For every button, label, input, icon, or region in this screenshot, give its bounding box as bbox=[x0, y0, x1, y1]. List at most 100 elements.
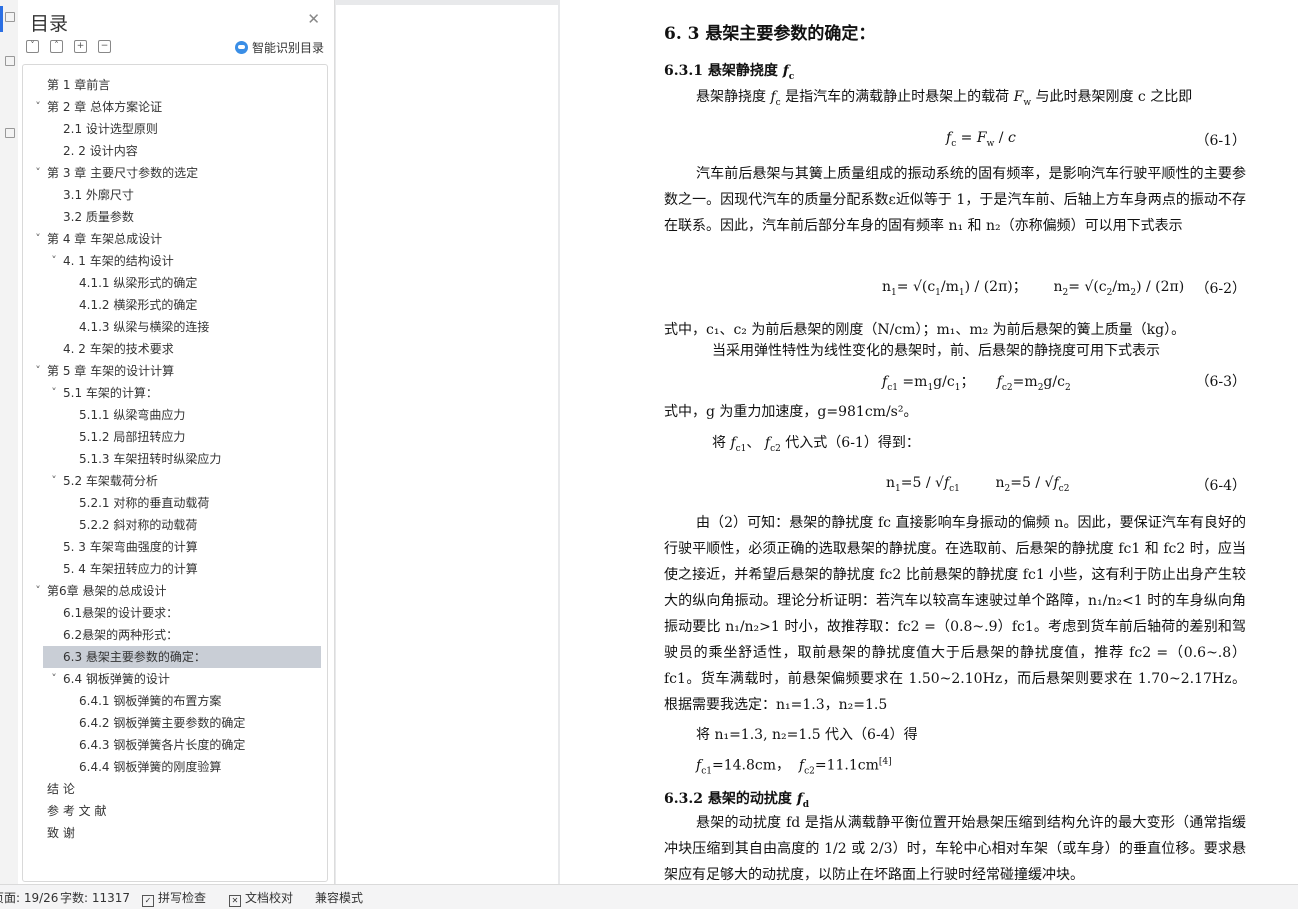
paragraph-3b: 当采用弹性特性为线性变化的悬架时，前、后悬架的静挠度可用下式表示 bbox=[712, 343, 1160, 359]
toc-item[interactable]: 6.4.2 钢板弹簧主要参数的确定 bbox=[23, 712, 327, 734]
toc-item[interactable]: ˅ 第 5 章 车架的设计计算 bbox=[23, 360, 327, 382]
bookmark-tab-icon[interactable] bbox=[5, 56, 15, 66]
toc-item-label: 4. 1 车架的结构设计 bbox=[63, 254, 174, 268]
toc-item[interactable]: 4.1.1 纵梁形式的确定 bbox=[23, 272, 327, 294]
toc-item[interactable]: 5.1.1 纵梁弯曲应力 bbox=[23, 404, 327, 426]
paragraph-7: 将 n₁=1.3, n₂=1.5 代入（6-4）得 bbox=[696, 727, 918, 743]
page-count[interactable]: 页面: 19/26 bbox=[0, 889, 58, 906]
proofread-button[interactable]: ✕ 文档校对 bbox=[229, 889, 293, 907]
toc-item-label: 5.1 车架的计算： bbox=[63, 386, 158, 400]
collapse-all-icon[interactable]: ˄ bbox=[50, 40, 63, 53]
toc-item[interactable]: ˅ 第6章 悬架的总成设计 bbox=[23, 580, 327, 602]
remove-heading-icon[interactable]: − bbox=[98, 40, 111, 53]
toc-item[interactable]: 5. 4 车架扭转应力的计算 bbox=[23, 558, 327, 580]
smart-toc-label: 智能识别目录 bbox=[251, 41, 324, 55]
toc-item[interactable]: 4.1.2 横梁形式的确定 bbox=[23, 294, 327, 316]
toc-item-label: 3.2 质量参数 bbox=[63, 210, 134, 224]
toc-item[interactable]: 6.1悬架的设计要求： bbox=[23, 602, 327, 624]
status-bar: 页面: 19/26 字数: 11317 ✓ 拼写检查 ✕ 文档校对 兼容模式 bbox=[0, 884, 1298, 909]
paragraph-2: 汽车前后悬架与其簧上质量组成的振动系统的固有频率，是影响汽车行驶平顺性的主要参数… bbox=[664, 166, 1246, 234]
text: 将 bbox=[712, 435, 731, 451]
toc-item[interactable]: 参 考 文 献 bbox=[23, 800, 327, 822]
toc-item-label: 2. 2 设计内容 bbox=[63, 144, 138, 158]
close-icon[interactable]: ✕ bbox=[307, 10, 320, 28]
toc-item[interactable]: ˅ 第 3 章 主要尺寸参数的选定 bbox=[23, 162, 327, 184]
toc-item-label: 5.1.1 纵梁弯曲应力 bbox=[79, 408, 186, 422]
toc-item-label: 第6章 悬架的总成设计 bbox=[47, 584, 167, 598]
toc-item[interactable]: 结 论 bbox=[23, 778, 327, 800]
chevron-down-icon[interactable]: ˅ bbox=[33, 228, 43, 250]
paragraph-8: fc1=14.8cm， fc2=11.1cm[4] bbox=[696, 757, 892, 777]
equation-3-number: （6-3） bbox=[1195, 374, 1246, 390]
text: 悬架静挠度 bbox=[696, 89, 771, 105]
chevron-down-icon[interactable]: ˅ bbox=[49, 382, 59, 404]
toc-item[interactable]: 5.2.2 斜对称的动载荷 bbox=[23, 514, 327, 536]
toc-item[interactable]: ˅ 4. 1 车架的结构设计 bbox=[23, 250, 327, 272]
previous-page bbox=[336, 0, 558, 884]
toc-item-label: 5.2 车架载荷分析 bbox=[63, 474, 158, 488]
expand-all-icon[interactable]: ˅ bbox=[26, 40, 39, 53]
chevron-down-icon[interactable]: ˅ bbox=[49, 250, 59, 272]
toc-item-label: 6.4.1 钢板弹簧的布置方案 bbox=[79, 694, 222, 708]
text: =14.8cm， bbox=[711, 757, 790, 774]
toc-item[interactable]: ˅ 5.1 车架的计算： bbox=[23, 382, 327, 404]
thumbnail-tab-icon[interactable] bbox=[5, 128, 15, 138]
active-indicator bbox=[0, 6, 3, 32]
toc-tab-icon[interactable] bbox=[5, 12, 15, 22]
toc-item[interactable]: 3.1 外廓尺寸 bbox=[23, 184, 327, 206]
equation-1: fc = Fw / c bbox=[946, 130, 1016, 149]
toc-item[interactable]: 5.1.2 局部扭转应力 bbox=[23, 426, 327, 448]
toc-item[interactable]: 6.4.3 钢板弹簧各片长度的确定 bbox=[23, 734, 327, 756]
chevron-down-icon[interactable]: ˅ bbox=[33, 96, 43, 118]
toc-item[interactable]: 5. 3 车架弯曲强度的计算 bbox=[23, 536, 327, 558]
toc-item[interactable]: ˅ 6.4 钢板弹簧的设计 bbox=[23, 668, 327, 690]
chevron-down-icon[interactable]: ˅ bbox=[49, 668, 59, 690]
page-gap bbox=[336, 0, 558, 5]
toc-item-label: 第 2 章 总体方案论证 bbox=[47, 100, 163, 114]
toc-item[interactable]: 2.1 设计选型原则 bbox=[23, 118, 327, 140]
toc-item[interactable]: 5.1.3 车架扭转时纵梁应力 bbox=[23, 448, 327, 470]
equation-4-number: （6-4） bbox=[1195, 478, 1246, 494]
toc-item[interactable]: 第 1 章前言 bbox=[23, 74, 327, 96]
toc-item[interactable]: 2. 2 设计内容 bbox=[23, 140, 327, 162]
spell-check-button[interactable]: ✓ 拼写检查 bbox=[142, 889, 206, 907]
citation[interactable]: [4] bbox=[879, 757, 892, 767]
toc-item[interactable]: 致 谢 bbox=[23, 822, 327, 844]
toc-item[interactable]: ˅ 5.2 车架载荷分析 bbox=[23, 470, 327, 492]
add-heading-icon[interactable]: + bbox=[74, 40, 87, 53]
toc-item[interactable]: 6.4.1 钢板弹簧的布置方案 bbox=[23, 690, 327, 712]
toc-item-label: 5. 4 车架扭转应力的计算 bbox=[63, 562, 198, 576]
toc-item[interactable]: 6.3 悬架主要参数的确定： bbox=[43, 646, 321, 668]
equation-2: n1= √(c1/m1) / (2π)； n2= √(c2/m2) / (2π) bbox=[882, 279, 1185, 298]
proofread-icon: ✕ bbox=[229, 895, 241, 907]
chevron-down-icon[interactable]: ˅ bbox=[33, 580, 43, 602]
smart-toc-button[interactable]: 智能识别目录 bbox=[234, 39, 324, 56]
compat-mode[interactable]: 兼容模式 bbox=[315, 889, 363, 906]
document-page: 6. 3 悬架主要参数的确定： 6.3.1 悬架静挠度 fc 悬架静挠度 fc … bbox=[560, 0, 1298, 884]
subsection-heading-static: 6.3.1 悬架静挠度 fc bbox=[664, 63, 795, 82]
equation-3: fc1 =m1g/c1； fc2=m2g/c2 bbox=[882, 374, 1071, 393]
word-count[interactable]: 字数: 11317 bbox=[60, 889, 130, 906]
toc-item[interactable]: 6.2悬架的两种形式： bbox=[23, 624, 327, 646]
toc-item-label: 3.1 外廓尺寸 bbox=[63, 188, 134, 202]
smart-toc-icon bbox=[234, 41, 248, 54]
paragraph-5: 将 fc1、 fc2 代入式（6-1）得到： bbox=[712, 435, 920, 454]
chevron-down-icon[interactable]: ˅ bbox=[49, 470, 59, 492]
chevron-down-icon[interactable]: ˅ bbox=[33, 162, 43, 184]
toc-item[interactable]: 4. 2 车架的技术要求 bbox=[23, 338, 327, 360]
text: 与此时悬架刚度 c 之比即 bbox=[1031, 89, 1193, 105]
equation-1-number: （6-1） bbox=[1195, 133, 1246, 149]
toc-item-label: 第 1 章前言 bbox=[47, 78, 111, 92]
toc-item-label: 5.1.3 车架扭转时纵梁应力 bbox=[79, 452, 222, 466]
toc-item[interactable]: ˅ 第 2 章 总体方案论证 bbox=[23, 96, 327, 118]
toc-item-label: 第 4 章 车架总成设计 bbox=[47, 232, 163, 246]
toc-item-label: 6.4 钢板弹簧的设计 bbox=[63, 672, 170, 686]
paragraph-9: 悬架的动扰度 fd 是指从满载静平衡位置开始悬架压缩到结构允许的最大变形（通常指… bbox=[664, 815, 1246, 883]
equation-2-number: （6-2） bbox=[1195, 281, 1246, 297]
toc-item[interactable]: 3.2 质量参数 bbox=[23, 206, 327, 228]
toc-item[interactable]: 6.4.4 钢板弹簧的刚度验算 bbox=[23, 756, 327, 778]
toc-item[interactable]: ˅ 第 4 章 车架总成设计 bbox=[23, 228, 327, 250]
toc-item[interactable]: 5.2.1 对称的垂直动载荷 bbox=[23, 492, 327, 514]
chevron-down-icon[interactable]: ˅ bbox=[33, 360, 43, 382]
toc-item[interactable]: 4.1.3 纵梁与横梁的连接 bbox=[23, 316, 327, 338]
